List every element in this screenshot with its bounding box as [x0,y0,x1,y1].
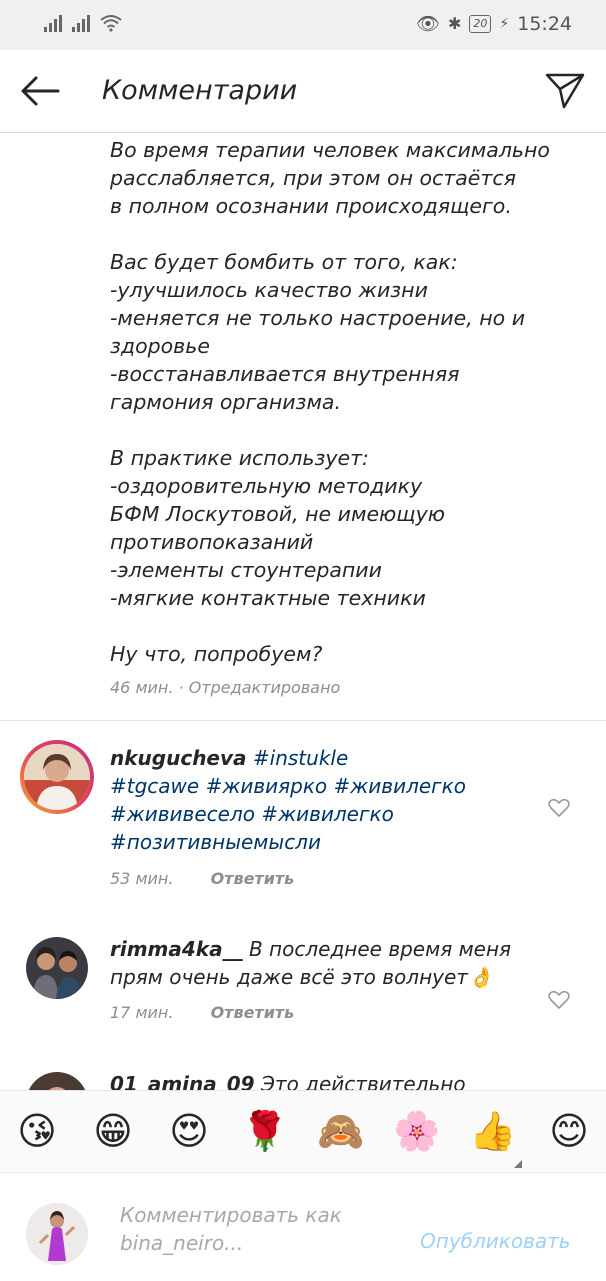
battery-icon: 20 [469,14,492,33]
reply-button[interactable]: Ответить [211,869,295,888]
status-right: 👁 ✱ 20 ⚡ 15:24 [415,12,572,36]
story-ring[interactable] [20,740,94,814]
hashtag[interactable]: #позитивныемысли [110,830,321,854]
comment-username[interactable]: nkugucheva [110,746,247,770]
emoji-grin[interactable]: 😁 [88,1109,138,1153]
comment-text: 01_amina_09 Это действительно [110,1070,510,1090]
comment-meta: 53 мин. Ответить [110,869,294,888]
comment-text: rimma4ka__ В последнее время меня прям о… [110,935,520,991]
hashtag[interactable]: #tgcawe #живиярко #живилегко [110,774,466,798]
avatar[interactable] [26,1072,88,1090]
page-title: Комментарии [102,75,298,106]
emoji-rose[interactable]: 🌹 [240,1109,290,1153]
comment-item: 01_amina_09 Это действительно [0,1068,606,1090]
comments-list[interactable]: Во время терапии человек максимально рас… [0,133,606,1090]
emoji-kiss[interactable]: 😘 [12,1109,62,1153]
emoji-more-indicator [514,1160,522,1168]
avatar [24,744,90,810]
comment-item: rimma4ka__ В последнее время меня прям о… [0,933,606,1043]
avatar [26,1203,88,1265]
emoji-smile[interactable]: 😊 [544,1109,594,1153]
comment-meta: 17 мин. Ответить [110,1003,294,1022]
wifi-icon [100,15,122,32]
direct-send-icon[interactable] [544,70,586,110]
heart-icon[interactable] [548,990,570,1010]
comment-input[interactable]: Комментировать как bina_neiro... [120,1201,390,1257]
comment-time: 17 мин. [110,1003,174,1022]
comment-composer: Комментировать как bina_neiro... Опублик… [0,1172,606,1281]
signal-icon [44,14,62,32]
emoji-thumbs-up[interactable]: 👍 [468,1109,518,1153]
emoji-heart-eyes[interactable]: 😍 [164,1109,214,1153]
signal-indicators [44,14,122,32]
reply-button[interactable]: Ответить [211,1003,295,1022]
back-arrow-icon[interactable] [20,74,60,108]
ok-hand-emoji: 👌 [467,965,493,989]
comment-text: nkugucheva #instukle #tgcawe #живиярко #… [110,744,510,856]
header: Комментарии [0,50,606,133]
emoji-blossom[interactable]: 🌸 [392,1109,442,1153]
signal-icon [72,14,90,32]
hashtag[interactable]: #жививесело #живилегко [110,802,394,826]
heart-icon[interactable] [548,798,570,818]
emoji-see-no-evil[interactable]: 🙈 [316,1109,366,1153]
status-bar: 👁 ✱ 20 ⚡ 15:24 [0,0,606,50]
comment-time: 53 мин. [110,869,174,888]
comment-text-line: В последнее время меня [248,937,512,961]
comment-username[interactable]: rimma4ka__ [110,937,243,961]
post-caption: Во время терапии человек максимально рас… [110,138,550,666]
clock: 15:24 [517,12,572,35]
comment-item: nkugucheva #instukle #tgcawe #живиярко #… [0,740,606,900]
publish-button[interactable]: Опубликовать [420,1229,571,1253]
divider [0,720,606,721]
comment-text-line: Это действительно [260,1072,466,1090]
eye-icon: 👁 [415,13,440,35]
comment-text-line: прям очень даже всё это волнует [110,965,468,989]
comment-username[interactable]: 01_amina_09 [110,1072,255,1090]
bluetooth-icon: ✱ [447,14,462,33]
hashtag[interactable]: #instukle [253,746,348,770]
charging-icon: ⚡ [499,15,510,32]
caption-meta: 46 мин. · Отредактировано [110,678,341,697]
avatar[interactable] [26,937,88,999]
